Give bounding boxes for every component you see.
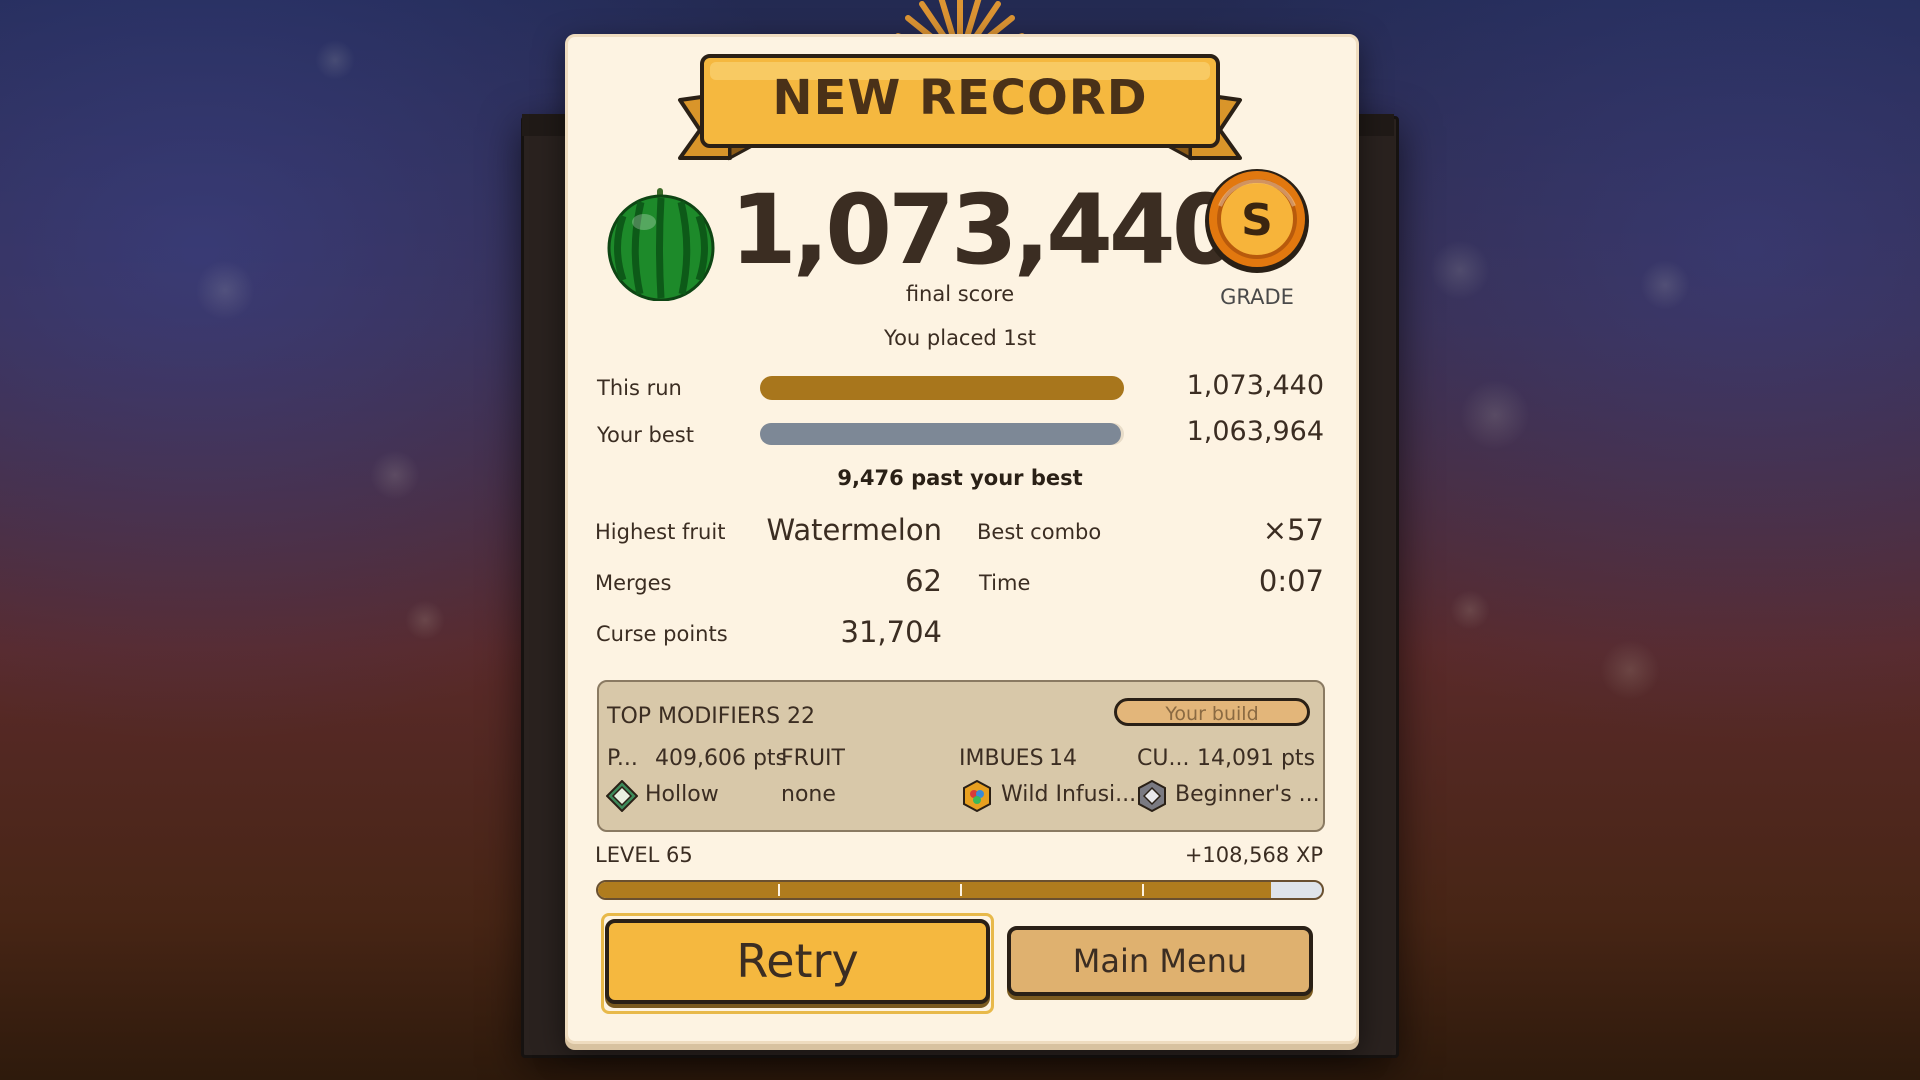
- mod-col2-header: FRUIT: [781, 746, 845, 771]
- main-menu-button[interactable]: Main Menu: [1007, 926, 1313, 996]
- final-score-label: final score: [905, 282, 1015, 306]
- mod-col4-points: 14,091 pts: [1197, 746, 1316, 771]
- retry-button[interactable]: Retry: [605, 919, 990, 1004]
- top-modifiers-panel: TOP MODIFIERS 22 Your build P... 409,606…: [597, 680, 1325, 832]
- mod-col1-item[interactable]: Hollow: [645, 782, 719, 807]
- grade-letter: S: [1241, 195, 1273, 246]
- bokeh-light: [370, 450, 420, 500]
- bokeh-light: [315, 40, 355, 80]
- mod-col3-count: 14: [1049, 746, 1077, 771]
- rainbow-gem-icon[interactable]: [961, 780, 993, 812]
- highest-fruit-label: Highest fruit: [595, 520, 726, 544]
- mod-col4-header: CU...: [1137, 746, 1190, 771]
- bokeh-light: [1430, 240, 1490, 300]
- mod-col4-item[interactable]: Beginner's ...: [1175, 782, 1320, 807]
- final-score: 1,073,440: [730, 174, 1239, 286]
- mod-col1-points: 409,606 pts: [655, 746, 788, 771]
- top-modifiers-title: TOP MODIFIERS: [607, 704, 781, 729]
- time-label: Time: [979, 571, 1031, 595]
- curse-points-label: Curse points: [596, 622, 728, 646]
- xp-tick: [778, 884, 780, 896]
- bokeh-light: [195, 260, 255, 320]
- xp-progress-bar: [596, 880, 1324, 900]
- new-record-banner: NEW RECORD: [670, 48, 1250, 168]
- xp-progress-fill: [598, 882, 1272, 898]
- bokeh-light: [1640, 260, 1690, 310]
- best-combo-value: ×57: [1262, 513, 1324, 547]
- time-value: 0:07: [1258, 564, 1324, 598]
- merges-value: 62: [905, 564, 942, 598]
- green-gem-icon[interactable]: [606, 780, 638, 812]
- mod-col2-item: none: [781, 782, 836, 807]
- best-combo-label: Best combo: [977, 520, 1102, 544]
- mod-col1-header: P...: [607, 746, 638, 771]
- your-best-label: Your best: [597, 423, 694, 447]
- top-modifiers-count: 22: [787, 704, 815, 729]
- mod-col3-item[interactable]: Wild Infusi...: [1001, 782, 1136, 807]
- watermelon-icon: [607, 188, 715, 301]
- your-best-value: 1,063,964: [1186, 416, 1324, 447]
- your-best-bar-fill: [760, 423, 1121, 445]
- gray-gem-icon[interactable]: [1136, 780, 1168, 812]
- this-run-value: 1,073,440: [1186, 370, 1324, 401]
- bokeh-light: [1600, 640, 1660, 700]
- xp-gain-label: +108,568 XP: [1184, 843, 1323, 867]
- your-build-button[interactable]: Your build: [1114, 698, 1310, 726]
- placement-text: You placed 1st: [884, 326, 1036, 350]
- grade-label: GRADE: [1220, 285, 1294, 309]
- xp-tick: [960, 884, 962, 896]
- xp-tick: [1142, 884, 1144, 896]
- grade-medal-icon: S: [1205, 169, 1309, 273]
- bokeh-light: [405, 600, 445, 640]
- merges-label: Merges: [595, 571, 672, 595]
- this-run-bar-fill: [760, 376, 1124, 400]
- highest-fruit-value: Watermelon: [766, 513, 943, 547]
- bokeh-light: [1460, 380, 1530, 450]
- mod-col3-header: IMBUES: [959, 746, 1044, 771]
- bokeh-light: [1450, 590, 1490, 630]
- banner-title: NEW RECORD: [772, 70, 1148, 126]
- level-label: LEVEL 65: [595, 843, 693, 867]
- past-best-text: 9,476 past your best: [837, 466, 1083, 490]
- this-run-label: This run: [597, 376, 682, 400]
- curse-points-value: 31,704: [840, 615, 942, 649]
